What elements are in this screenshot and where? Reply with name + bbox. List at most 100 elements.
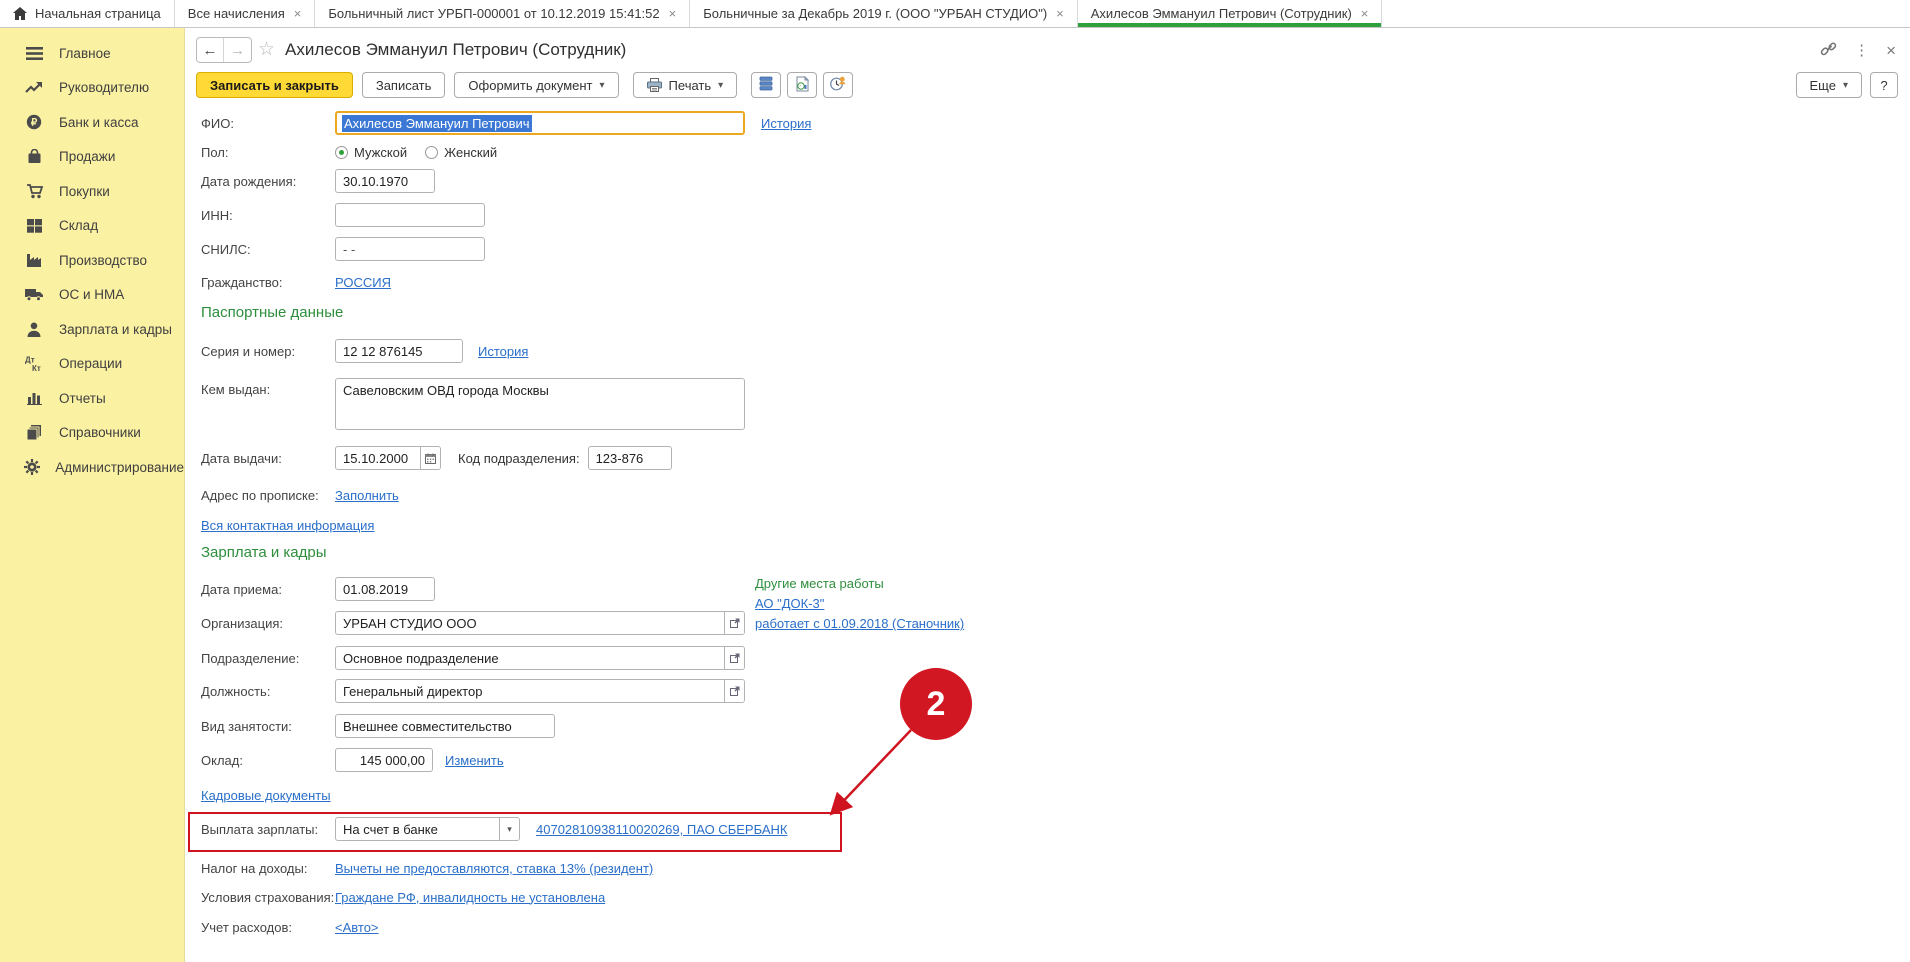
tab-employee-card[interactable]: Ахилесов Эммануил Петрович (Сотрудник) × <box>1078 0 1383 27</box>
passport-series-label: Серия и номер: <box>201 344 335 359</box>
dept-code-label: Код подразделения: <box>458 451 580 466</box>
hr-documents-link[interactable]: Кадровые документы <box>201 788 331 803</box>
tab-label: Все начисления <box>188 6 285 21</box>
sidebar-item-production[interactable]: Производство <box>0 243 184 278</box>
organization-label: Организация: <box>201 616 335 631</box>
sidebar-item-administration[interactable]: Администрирование <box>0 450 184 485</box>
passport-history-link[interactable]: История <box>478 344 528 359</box>
close-icon[interactable]: × <box>1361 7 1369 20</box>
other-workplaces-title: Другие места работы <box>755 574 964 594</box>
expense-accounting-link[interactable]: <Авто> <box>335 920 379 935</box>
printer-icon <box>647 78 662 92</box>
organization-input[interactable]: УРБАН СТУДИО ООО <box>335 611 745 635</box>
insurance-link[interactable]: Граждане РФ, инвалидность не установлена <box>335 890 605 905</box>
all-contacts-link[interactable]: Вся контактная информация <box>201 518 374 533</box>
fio-history-link[interactable]: История <box>761 116 811 131</box>
income-tax-link[interactable]: Вычеты не предоставляются, ставка 13% (р… <box>335 861 653 876</box>
chevron-down-icon[interactable]: ▾ <box>499 818 519 840</box>
position-input[interactable]: Генеральный директор <box>335 679 745 703</box>
window-close-icon[interactable]: × <box>1886 42 1896 59</box>
address-fill-link[interactable]: Заполнить <box>335 488 399 503</box>
factory-icon <box>22 253 46 267</box>
hire-date-input[interactable]: 01.08.2019 <box>335 577 435 601</box>
sidebar-item-label: Операции <box>59 356 122 371</box>
more-button[interactable]: Еще ▾ <box>1796 72 1862 98</box>
back-icon: ← <box>203 42 218 59</box>
salary-payment-select[interactable]: На счет в банке ▾ <box>335 817 520 841</box>
open-icon[interactable] <box>724 612 744 634</box>
gear-icon <box>22 459 42 475</box>
inn-input[interactable] <box>335 203 485 227</box>
birth-date-label: Дата рождения: <box>201 174 335 189</box>
other-workplace-details-link[interactable]: работает с 01.09.2018 (Станочник) <box>755 616 964 631</box>
inn-label: ИНН: <box>201 208 335 223</box>
sidebar-item-label: Покупки <box>59 184 110 199</box>
sidebar-item-manager[interactable]: Руководителю <box>0 71 184 106</box>
assignments-button[interactable] <box>823 72 853 98</box>
save-and-close-button[interactable]: Записать и закрыть <box>196 72 353 98</box>
close-icon[interactable]: × <box>294 7 302 20</box>
sidebar-item-main[interactable]: Главное <box>0 36 184 71</box>
gender-male-radio[interactable]: Мужской <box>335 145 407 160</box>
object-reports-button[interactable] <box>787 72 817 98</box>
dept-code-input[interactable]: 123-876 <box>588 446 672 470</box>
salary-input[interactable]: 145 000,00 <box>335 748 433 772</box>
sidebar-item-references[interactable]: Справочники <box>0 416 184 451</box>
sidebar-item-label: Главное <box>59 46 111 61</box>
calendar-icon[interactable] <box>420 447 440 469</box>
sidebar-item-reports[interactable]: Отчеты <box>0 381 184 416</box>
snils-input[interactable]: - - <box>335 237 485 261</box>
issued-by-textarea[interactable]: Савеловским ОВД города Москвы <box>335 378 745 430</box>
tab-home[interactable]: Начальная страница <box>0 0 175 27</box>
birth-date-input[interactable]: 30.10.1970 <box>335 169 435 193</box>
forward-button[interactable]: → <box>224 38 251 62</box>
nav-buttons: ← → <box>196 37 252 63</box>
sidebar-item-warehouse[interactable]: Склад <box>0 209 184 244</box>
sidebar-item-fixed-assets[interactable]: ОС и НМА <box>0 278 184 313</box>
open-icon[interactable] <box>724 680 744 702</box>
forward-icon: → <box>230 42 245 59</box>
gender-female-radio[interactable]: Женский <box>425 145 497 160</box>
kebab-menu-icon[interactable]: ⋮ <box>1854 43 1869 58</box>
sidebar-item-operations[interactable]: ДтКт Операции <box>0 347 184 382</box>
department-input[interactable]: Основное подразделение <box>335 646 745 670</box>
sidebar-item-sales[interactable]: Продажи <box>0 140 184 175</box>
radio-icon <box>425 146 438 159</box>
link-icon[interactable] <box>1820 41 1837 60</box>
grid-icon <box>22 219 46 233</box>
bag-icon <box>22 149 46 164</box>
help-button[interactable]: ? <box>1870 72 1898 98</box>
sidebar-item-hr[interactable]: Зарплата и кадры <box>0 312 184 347</box>
sidebar-item-label: Производство <box>59 253 147 268</box>
salary-section-header: Зарплата и кадры <box>201 544 327 561</box>
report-document-icon <box>795 76 810 95</box>
tab-all-accruals[interactable]: Все начисления × <box>175 0 316 27</box>
open-icon[interactable] <box>724 647 744 669</box>
hire-date-label: Дата приема: <box>201 582 335 597</box>
bank-account-link[interactable]: 40702810938110020269, ПАО СБЕРБАНК <box>536 822 787 837</box>
sidebar: Главное Руководителю ₽ Банк и касса Прод… <box>0 28 185 962</box>
tab-sick-leaves-list[interactable]: Больничные за Декабрь 2019 г. (ООО "УРБА… <box>690 0 1078 27</box>
sidebar-item-purchases[interactable]: Покупки <box>0 174 184 209</box>
favorite-star-icon[interactable]: ☆ <box>258 38 275 61</box>
tab-label: Больничный лист УРБП-000001 от 10.12.201… <box>328 6 659 21</box>
create-document-button[interactable]: Оформить документ ▾ <box>454 72 618 98</box>
save-button[interactable]: Записать <box>362 72 446 98</box>
issue-date-input[interactable]: 15.10.2000 <box>335 446 441 470</box>
tab-sick-leave-doc[interactable]: Больничный лист УРБП-000001 от 10.12.201… <box>315 0 690 27</box>
fio-label: ФИО: <box>201 116 335 131</box>
citizenship-link[interactable]: РОССИЯ <box>335 275 391 290</box>
print-button[interactable]: Печать ▾ <box>633 72 738 98</box>
employee-form: ← → ☆ Ахилесов Эммануил Петрович (Сотруд… <box>185 28 1910 962</box>
back-button[interactable]: ← <box>197 38 224 62</box>
other-workplace-org-link[interactable]: АО "ДОК-3" <box>755 596 824 611</box>
close-icon[interactable]: × <box>1056 7 1064 20</box>
sidebar-item-bank[interactable]: ₽ Банк и касса <box>0 105 184 140</box>
close-icon[interactable]: × <box>669 7 677 20</box>
related-documents-button[interactable] <box>751 72 781 98</box>
employment-type-input[interactable]: Внешнее совместительство <box>335 714 555 738</box>
passport-series-input[interactable]: 12 12 876145 <box>335 339 463 363</box>
snils-label: СНИЛС: <box>201 242 335 257</box>
fio-input[interactable]: Ахилесов Эммануил Петрович <box>335 111 745 135</box>
salary-change-link[interactable]: Изменить <box>445 753 504 768</box>
